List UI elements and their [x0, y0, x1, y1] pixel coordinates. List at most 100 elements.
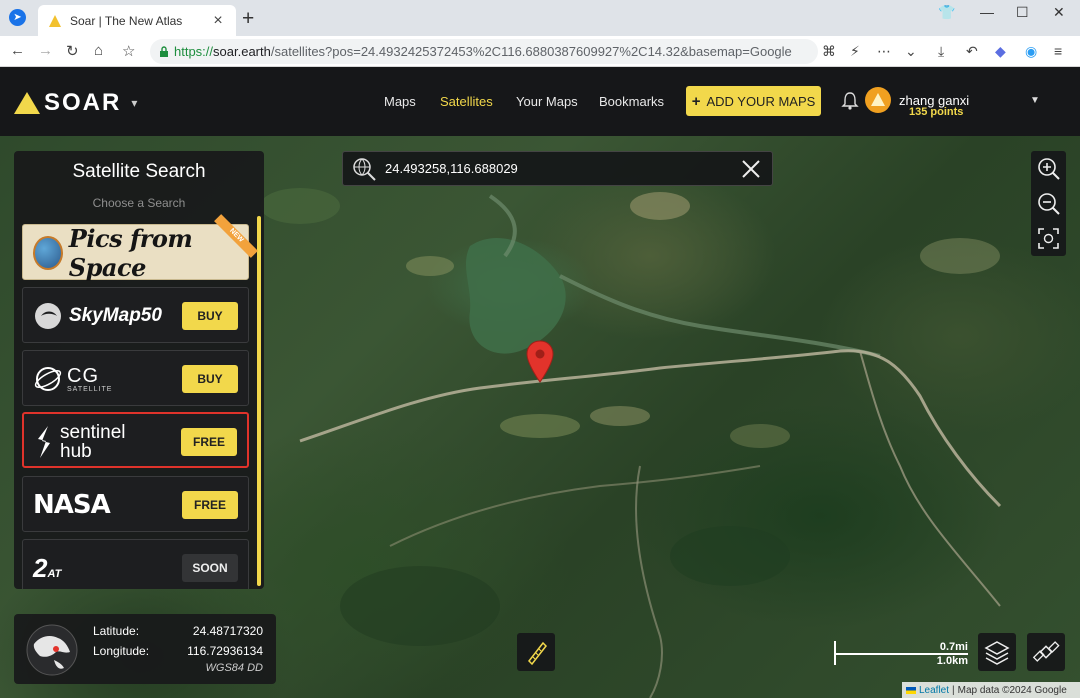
url-field[interactable]: https://soar.earth/satellites?pos=24.493…: [150, 39, 818, 64]
pics-from-space-logo: Pics from Space: [33, 224, 248, 282]
cg-satellite-logo: CG SATELLITE: [33, 361, 112, 397]
provider-name: NASA: [33, 490, 111, 520]
zoom-in-icon[interactable]: [1036, 156, 1061, 181]
reload-icon[interactable]: ↻: [66, 42, 79, 60]
url-text: https://soar.earth/satellites?pos=24.493…: [174, 44, 792, 59]
back-icon[interactable]: ←: [10, 42, 25, 59]
browser-tab[interactable]: Soar | The New Atlas ×: [38, 5, 236, 36]
map-scale: 0.7mi 1.0km: [834, 641, 968, 667]
satellite-button[interactable]: [1027, 633, 1065, 671]
plus-icon: +: [691, 92, 701, 110]
tab-close-icon[interactable]: ×: [210, 12, 226, 30]
free-button[interactable]: FREE: [181, 428, 237, 456]
provider-name: SkyMap50: [69, 305, 162, 326]
shirt-icon[interactable]: 👕: [938, 4, 955, 21]
datum-label: WGS84 DD: [205, 662, 263, 674]
site-header: SOAR ▾ Maps Satellites Your Maps Bookmar…: [0, 67, 1080, 136]
scale-miles: 0.7mi: [939, 641, 968, 653]
nav-your-maps[interactable]: Your Maps: [516, 94, 578, 109]
globe-search-icon: [353, 157, 376, 181]
21at-mark-icon: 2: [33, 552, 48, 583]
map-pin-icon[interactable]: [525, 340, 555, 384]
add-your-maps-button[interactable]: + ADD YOUR MAPS: [686, 86, 821, 116]
close-icon[interactable]: [740, 158, 762, 180]
latitude-value: 24.48717320: [192, 624, 263, 638]
buy-button[interactable]: BUY: [182, 365, 238, 393]
world-globe-icon: [26, 624, 78, 676]
panel-subtitle: Choose a Search: [92, 196, 186, 210]
buy-button[interactable]: BUY: [182, 302, 238, 330]
21at-logo: 2 AT: [33, 550, 61, 586]
panel-title: Satellite Search: [72, 161, 206, 182]
provider-cg-satellite[interactable]: CG SATELLITE BUY: [22, 350, 249, 406]
satellite-search-panel: Satellite Search Choose a Search Pics fr…: [14, 151, 264, 589]
soar-triangle-icon: [14, 92, 40, 114]
more-icon[interactable]: ⋯: [877, 43, 891, 60]
menu-icon[interactable]: ≡: [1054, 43, 1062, 59]
map-search-bar[interactable]: 24.493258,116.688029: [342, 151, 773, 186]
provider-skymap50[interactable]: SkyMap50 BUY: [22, 287, 249, 343]
panel-scrollbar[interactable]: [257, 216, 261, 586]
translate-icon[interactable]: ⌘: [822, 43, 836, 60]
bookmark-star-icon[interactable]: ☆: [122, 42, 135, 60]
ai-icon[interactable]: ◆: [995, 43, 1006, 60]
measure-tool-button[interactable]: [517, 633, 555, 671]
attribution-text: Map data ©2024 Google: [957, 684, 1067, 696]
map-attribution: Leaflet | Map data ©2024 Google: [902, 682, 1080, 698]
close-window-icon[interactable]: ✕: [1053, 4, 1065, 21]
latitude-label: Latitude:: [93, 624, 140, 638]
browser-app-icon[interactable]: ➤: [9, 9, 26, 26]
new-tab-icon[interactable]: +: [242, 7, 254, 31]
layers-icon: [984, 641, 1010, 665]
ukraine-flag-icon: [906, 686, 916, 694]
chevron-down-icon[interactable]: ⌄: [905, 43, 917, 60]
user-menu-caret-icon[interactable]: ▼: [1030, 95, 1040, 106]
longitude-label: Longitude:: [93, 644, 150, 658]
soar-triangle-icon: [49, 14, 61, 27]
skymap-swirl-icon: [35, 303, 61, 329]
nav-satellites[interactable]: Satellites: [440, 94, 493, 109]
download-icon[interactable]: ⤓: [938, 43, 944, 60]
bell-icon[interactable]: [841, 91, 859, 111]
nasa-logo: NASA: [33, 487, 111, 523]
forward-icon[interactable]: →: [38, 42, 53, 59]
leaflet-link[interactable]: Leaflet: [919, 685, 949, 696]
address-bar: ← → ↻ ⌂ ☆ https://soar.earth/satellites?…: [0, 36, 1080, 67]
free-button[interactable]: FREE: [182, 491, 238, 519]
attribution-separator: |: [952, 684, 955, 696]
screen-capture-icon[interactable]: [1036, 226, 1061, 251]
sentinel-icon: [38, 426, 50, 458]
add-your-maps-label: ADD YOUR MAPS: [706, 93, 816, 109]
provider-pics-from-space[interactable]: Pics from Space NEW: [22, 214, 258, 282]
caret-down-icon[interactable]: ▾: [131, 96, 137, 110]
provider-name: CG: [67, 364, 99, 387]
undo-icon[interactable]: ↶: [966, 43, 978, 60]
provider-nasa[interactable]: NASA FREE: [22, 476, 249, 532]
search-input[interactable]: 24.493258,116.688029: [385, 161, 740, 176]
provider-21at[interactable]: 2 AT SOON: [22, 539, 249, 589]
home-icon[interactable]: ⌂: [94, 42, 103, 59]
maximize-icon[interactable]: ☐: [1016, 4, 1029, 21]
browser-tab-bar: ➤ Soar | The New Atlas × + 👕 — ☐ ✕: [0, 0, 1080, 36]
soon-button[interactable]: SOON: [182, 554, 238, 582]
soar-logo[interactable]: SOAR ▾: [14, 89, 137, 117]
nav-maps[interactable]: Maps: [384, 94, 416, 109]
provider-name: Pics from Space: [68, 224, 193, 282]
user-points: 135 points: [909, 106, 964, 118]
lightning-icon[interactable]: ⚡: [850, 43, 860, 60]
zoom-controls: [1031, 151, 1066, 256]
longitude-value: 116.72936134: [187, 644, 263, 658]
provider-sub: SATELLITE: [67, 385, 113, 393]
provider-sentinel-hub[interactable]: sentinel hub FREE: [22, 412, 249, 468]
minimize-icon[interactable]: —: [980, 4, 994, 20]
extension-icon[interactable]: ◉: [1025, 43, 1037, 60]
skymap50-logo: SkyMap50: [33, 298, 162, 334]
layers-button[interactable]: [978, 633, 1016, 671]
satellite-icon: [1032, 641, 1060, 662]
zoom-out-icon[interactable]: [1036, 191, 1061, 216]
scale-tick: [834, 653, 836, 665]
provider-sub: hub: [60, 441, 92, 462]
avatar[interactable]: [865, 87, 891, 113]
nav-bookmarks[interactable]: Bookmarks: [599, 94, 664, 109]
sentinel-hub-logo: sentinel hub: [34, 423, 126, 462]
